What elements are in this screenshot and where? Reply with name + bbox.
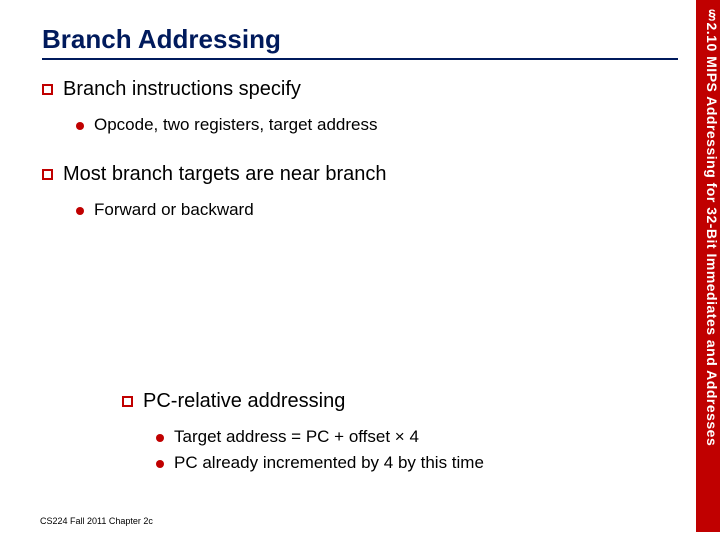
square-bullet-icon [42, 84, 53, 95]
bullet-text: Forward or backward [94, 200, 254, 220]
bullet-text: Target address = PC + offset × 4 [174, 427, 419, 447]
bullet-level1-indented: PC-relative addressing [122, 390, 672, 413]
bullet-text: PC already incremented by 4 by this time [174, 453, 484, 473]
bullet-text: Most branch targets are near branch [63, 163, 387, 186]
bullet-text: Opcode, two registers, target address [94, 115, 377, 135]
slide-footer: CS224 Fall 2011 Chapter 2c [40, 516, 153, 526]
title-underline [42, 58, 678, 60]
bullet-level1: Branch instructions specify [42, 78, 672, 101]
slide-title: Branch Addressing [42, 24, 281, 55]
round-bullet-icon [156, 434, 164, 442]
square-bullet-icon [122, 396, 133, 407]
bullet-level2: Opcode, two registers, target address [76, 115, 672, 135]
sidebar-section-label: §2.10 MIPS Addressing for 32-Bit Immedia… [696, 0, 720, 532]
bullet-level2: Forward or backward [76, 200, 672, 220]
round-bullet-icon [156, 460, 164, 468]
bullet-text: Branch instructions specify [63, 78, 301, 101]
bullet-level2-indented: Target address = PC + offset × 4 [156, 427, 672, 447]
square-bullet-icon [42, 169, 53, 180]
bullet-level2-indented: PC already incremented by 4 by this time [156, 453, 672, 473]
bullet-text: PC-relative addressing [143, 390, 345, 413]
round-bullet-icon [76, 207, 84, 215]
slide-body: Branch instructions specify Opcode, two … [42, 78, 672, 479]
round-bullet-icon [76, 122, 84, 130]
bullet-level1: Most branch targets are near branch [42, 163, 672, 186]
